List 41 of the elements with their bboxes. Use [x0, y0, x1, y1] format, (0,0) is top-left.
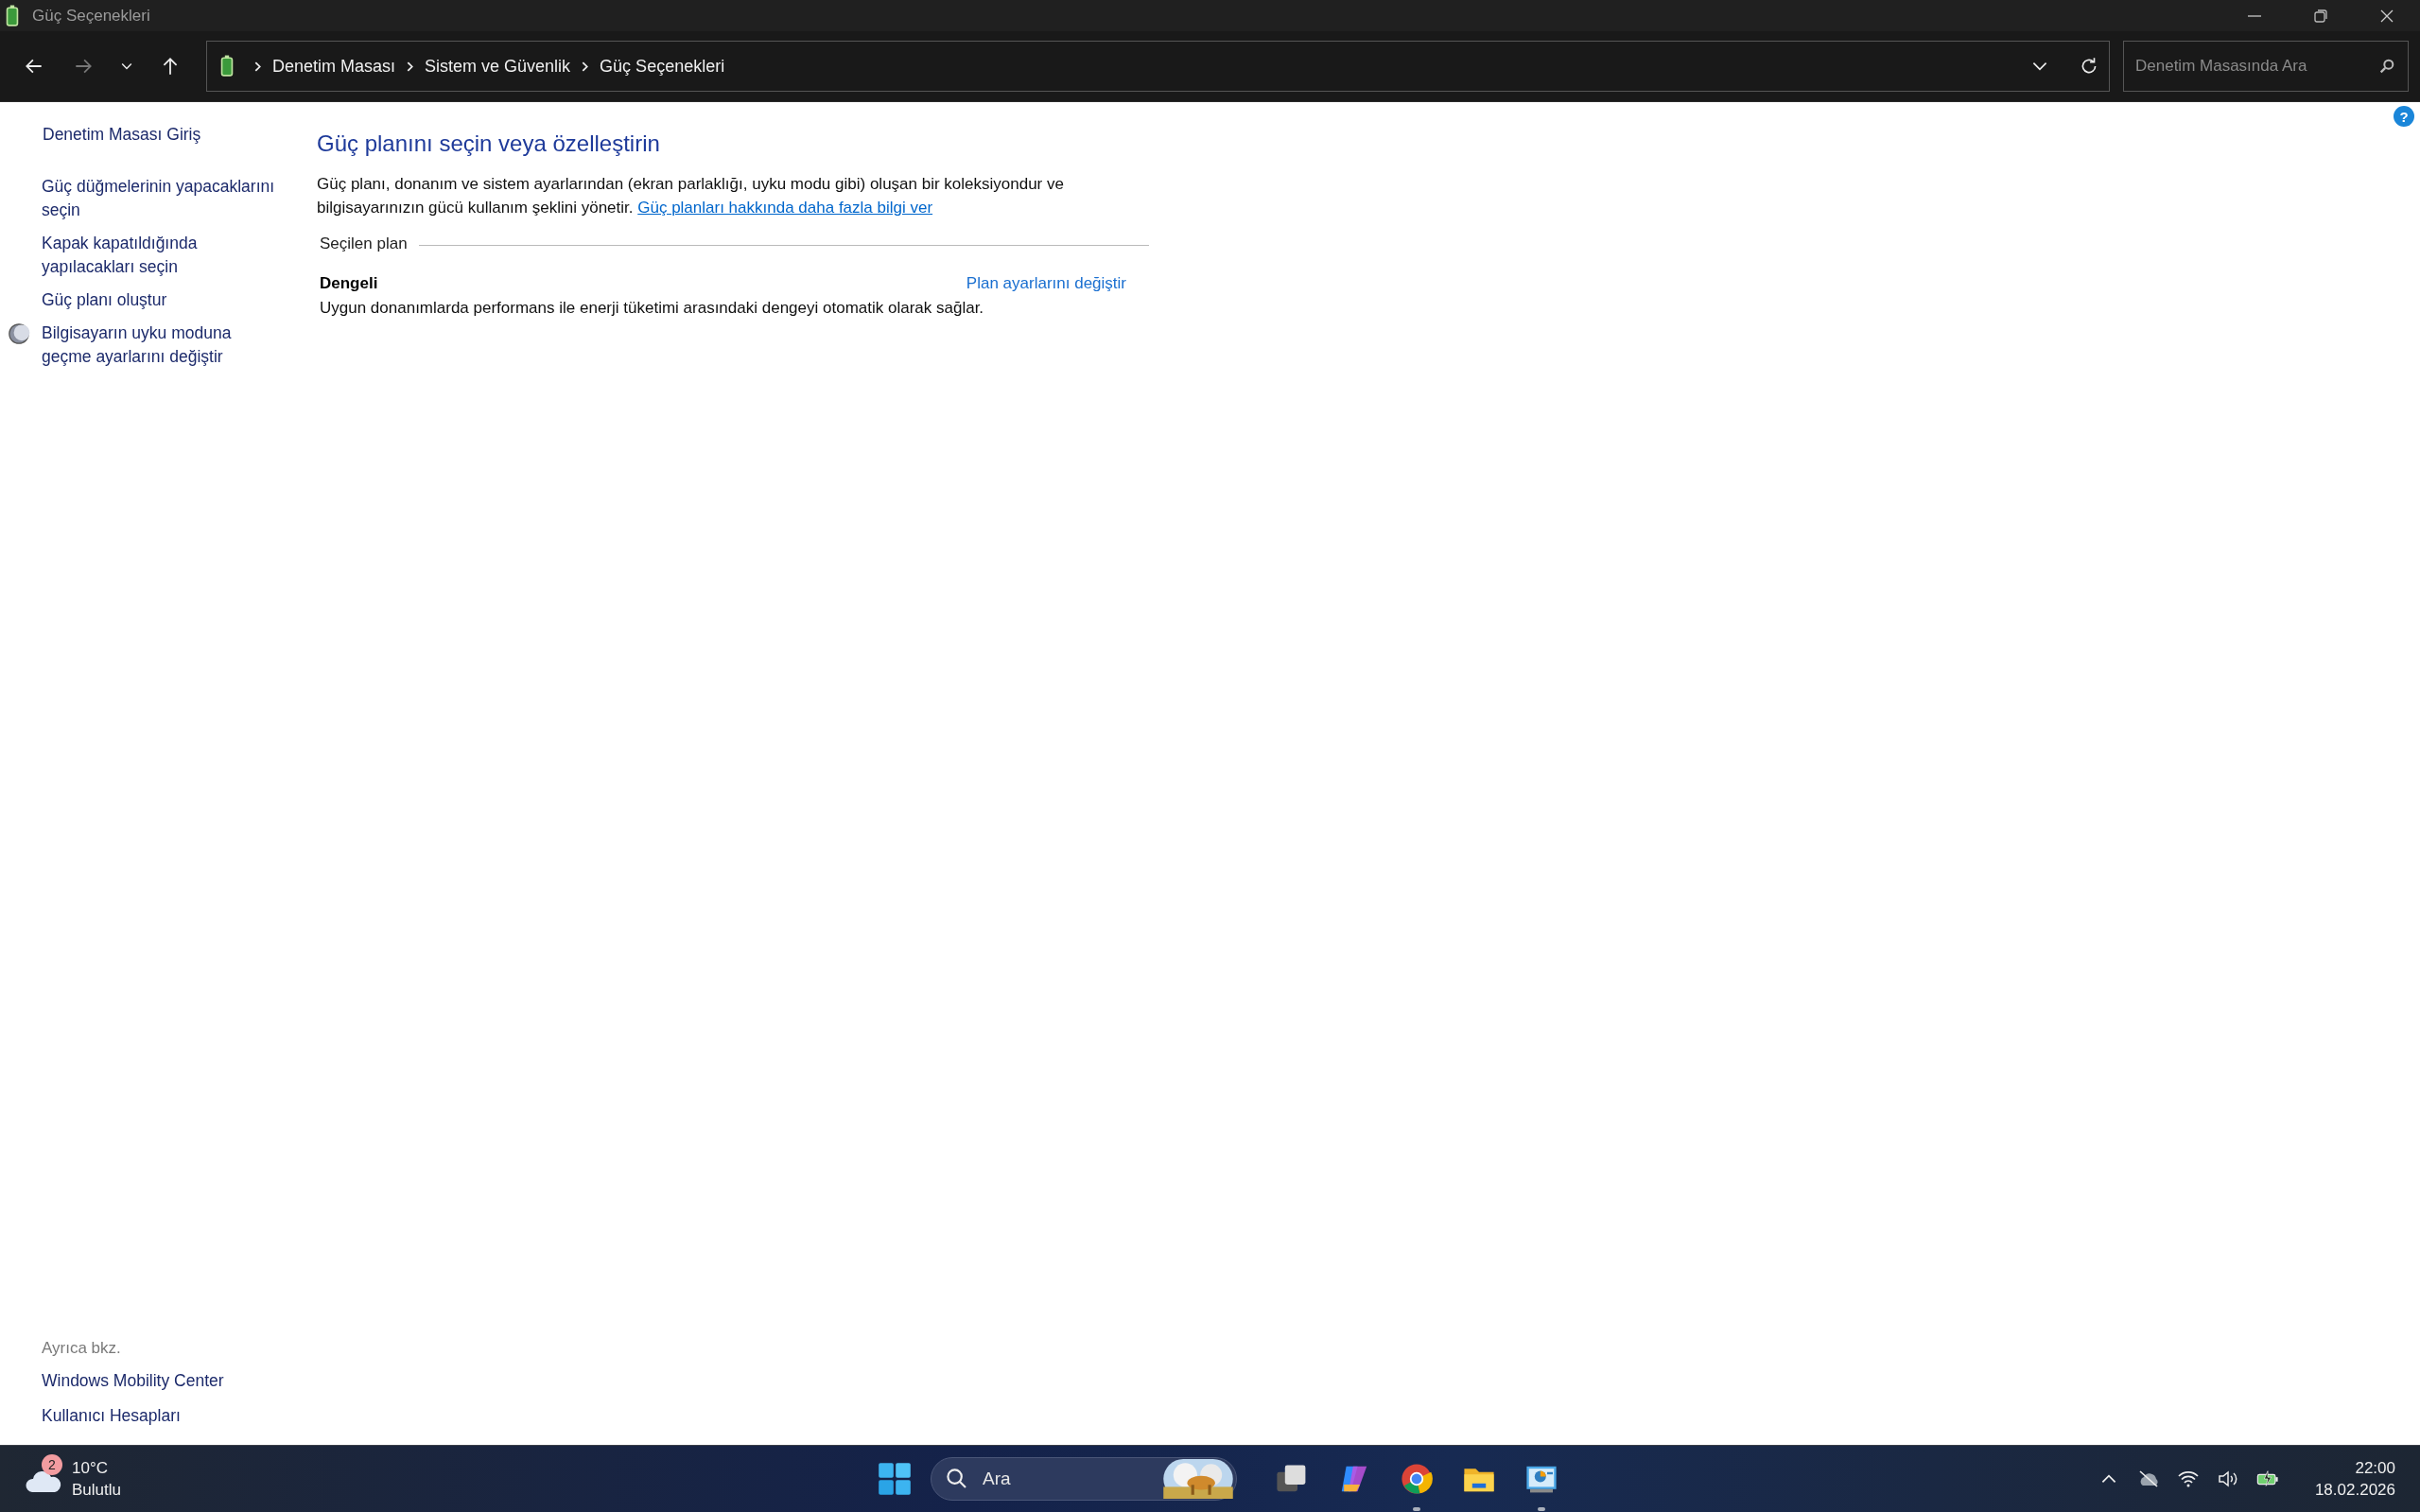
sidebar-link[interactable]: Denetim Masası Giriş [43, 123, 201, 147]
change-plan-link[interactable]: Plan ayarlarını değiştir [966, 274, 1126, 293]
notification-badge: 2 [42, 1454, 62, 1475]
wifi-icon[interactable] [2176, 1469, 2200, 1489]
battery-charging-icon[interactable] [2255, 1469, 2279, 1489]
browser-icon [1400, 1462, 1434, 1496]
clock-date[interactable]: 18.02.2026 [2314, 1479, 2395, 1501]
chevron-icon [580, 61, 591, 72]
plan-description: Uygun donanımlarda performans ile enerji tüketimi arasındaki dengeyi otomatik olarak sağlar. [320, 299, 985, 318]
breadcrumb-item[interactable]: Güç Seçenekleri [600, 56, 725, 77]
weather-condition: Bulutlu [72, 1480, 121, 1501]
sidebar-link[interactable]: Bilgisayarın uyku moduna geçme ayarlarını değiştir [42, 322, 282, 369]
sidebar-link[interactable]: Güç düğmelerinin yapacaklarını seçin [42, 175, 282, 222]
section-label: Seçilen plan [320, 235, 408, 253]
sidebar-link[interactable]: Kapak kapatıldığında yapılacakları seçin [42, 232, 282, 279]
sidebar-link[interactable]: Güç planı oluştur [42, 288, 167, 312]
battery-icon [218, 55, 235, 78]
minimize-icon [2248, 14, 2261, 17]
window-title: Güç Seçenekleri [32, 6, 150, 26]
moon-icon [8, 322, 30, 345]
search-icon [2378, 58, 2395, 75]
volume-icon[interactable] [2216, 1469, 2239, 1489]
search-icon [946, 1468, 968, 1490]
battery-icon [4, 4, 21, 27]
breadcrumb-item[interactable]: Sistem ve Güvenlik [425, 56, 571, 77]
search-field[interactable]: Denetim Masasında Ara [2123, 41, 2409, 92]
sidebar-link[interactable]: Kullanıcı Hesapları [42, 1404, 282, 1428]
learn-more-link[interactable]: Güç planları hakkında daha fazla bilgi ver [637, 199, 933, 217]
chevron-icon [252, 61, 263, 72]
chevron-icon [405, 61, 416, 72]
windows-logo-icon [878, 1462, 912, 1496]
see-also-heading: Ayrıca bkz. [42, 1339, 122, 1358]
clock-time[interactable]: 22:00 [2355, 1457, 2395, 1479]
page-heading: Güç planını seçin veya özelleştirin [317, 130, 661, 157]
description-text: Güç planı, donanım ve sistem ayarlarından (ekran parlaklığı, uyku modu gibi) oluşan bir koleksiyondur ve bilgisayarınızın gücü kullanım şeklini yönetir. Güç planları hakkında daha fazla bilgi ver [317, 174, 1065, 218]
address-bar[interactable]: Denetim Masası Sistem ve Güvenlik Güç Seçenekleri [206, 41, 2110, 92]
help-button[interactable]: ? [2394, 106, 2414, 127]
breadcrumb-item[interactable]: Denetim Masası [272, 56, 396, 77]
plan-name: Dengeli [320, 274, 378, 293]
temperature-text: 10°C [72, 1458, 109, 1479]
sidebar-link[interactable]: Windows Mobility Center [42, 1369, 282, 1393]
